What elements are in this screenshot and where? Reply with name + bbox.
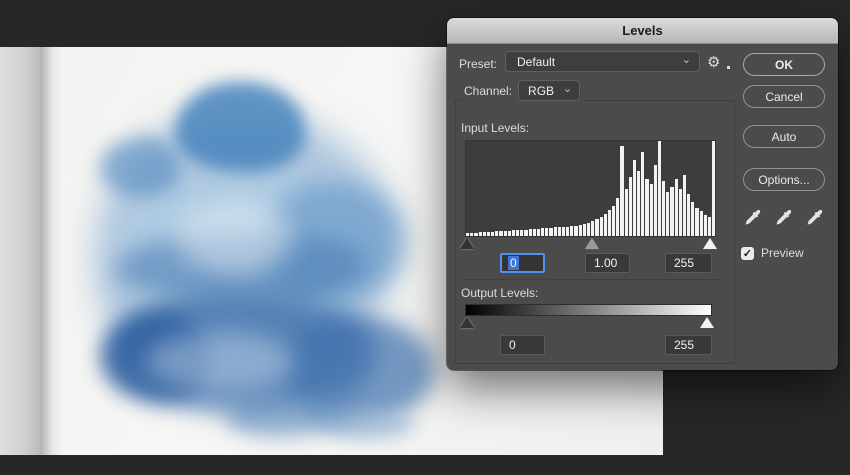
dialog-titlebar[interactable]: Levels xyxy=(447,18,838,44)
input-midtone-value: 1.00 xyxy=(594,256,618,270)
options-button[interactable]: Options... xyxy=(743,168,825,191)
output-shadow-value: 0 xyxy=(509,338,516,352)
input-shadow-value: 0 xyxy=(508,256,519,270)
sketchbook-left-page xyxy=(0,47,40,455)
preset-options-gear-icon[interactable]: ⚙ xyxy=(707,53,730,71)
input-highlight-field[interactable]: 255 xyxy=(665,253,712,273)
preview-label: Preview xyxy=(761,246,804,260)
input-midtone-slider[interactable] xyxy=(585,238,599,249)
input-highlight-slider[interactable] xyxy=(703,238,717,249)
preview-checkbox-row[interactable]: ✓ Preview xyxy=(741,246,804,260)
ok-button[interactable]: OK xyxy=(743,53,825,76)
input-shadow-field[interactable]: 0 xyxy=(500,253,545,273)
channel-label: Channel: xyxy=(464,83,513,98)
preset-label: Preset: xyxy=(459,57,498,71)
black-point-eyedropper-icon[interactable] xyxy=(743,208,763,228)
channel-value: RGB xyxy=(528,83,555,98)
dialog-title: Levels xyxy=(622,23,663,38)
output-highlight-field[interactable]: 255 xyxy=(665,335,712,355)
output-shadow-slider[interactable] xyxy=(460,317,474,328)
preset-value: Default xyxy=(517,54,556,69)
output-levels-label: Output Levels: xyxy=(461,286,539,300)
preset-dropdown[interactable]: Default ⌄ xyxy=(505,51,700,72)
channel-dropdown[interactable]: RGB ⌄ xyxy=(518,80,581,101)
input-midtone-field[interactable]: 1.00 xyxy=(585,253,630,273)
cancel-button[interactable]: Cancel xyxy=(743,85,825,108)
preview-checkbox[interactable]: ✓ xyxy=(741,246,754,260)
sketchbook-page-fold xyxy=(40,47,64,455)
levels-dialog: Levels Preset: Default ⌄ ⚙ OK Cancel Aut… xyxy=(447,18,838,370)
output-highlight-slider[interactable] xyxy=(700,317,714,328)
section-divider xyxy=(461,279,721,280)
white-point-eyedropper-icon[interactable] xyxy=(805,208,825,228)
watercolor-blob xyxy=(85,82,445,440)
output-shadow-field[interactable]: 0 xyxy=(500,335,545,355)
output-highlight-value: 255 xyxy=(674,338,695,352)
auto-button[interactable]: Auto xyxy=(743,125,825,148)
input-highlight-value: 255 xyxy=(674,256,695,270)
chevron-down-icon: ⌄ xyxy=(562,82,573,95)
output-gradient-bar xyxy=(465,304,712,316)
chevron-down-icon: ⌄ xyxy=(681,53,691,66)
input-levels-label: Input Levels: xyxy=(461,121,530,135)
input-shadow-slider[interactable] xyxy=(460,238,474,249)
gray-point-eyedropper-icon[interactable] xyxy=(774,208,794,228)
histogram xyxy=(465,140,716,237)
